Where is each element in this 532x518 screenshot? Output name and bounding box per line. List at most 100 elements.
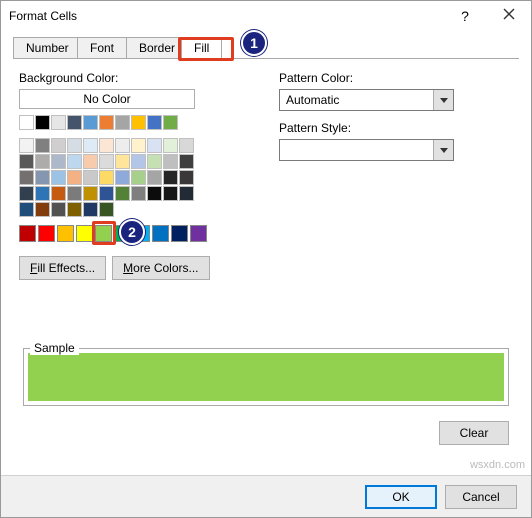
sample-fill (28, 353, 504, 401)
color-swatch[interactable] (163, 154, 178, 169)
color-swatch[interactable] (147, 170, 162, 185)
color-swatch[interactable] (19, 170, 34, 185)
tab-border[interactable]: Border (126, 37, 188, 59)
footer: OK Cancel (1, 475, 531, 517)
color-swatch[interactable] (51, 154, 66, 169)
dialog-body: Background Color: No Color 2 Fill Effect… (1, 59, 531, 280)
color-swatch[interactable] (99, 115, 114, 130)
format-cells-dialog: Format Cells ? Number Font Border Fill 1… (0, 0, 532, 518)
color-swatch[interactable] (51, 138, 66, 153)
standard-color-swatch[interactable] (76, 225, 93, 242)
color-swatch[interactable] (35, 170, 50, 185)
sample-box: Sample (23, 348, 509, 406)
more-colors-button[interactable]: More Colors... (112, 256, 209, 280)
cancel-button[interactable]: Cancel (445, 485, 517, 509)
close-icon (503, 8, 515, 20)
close-button[interactable] (487, 1, 531, 31)
color-swatch[interactable] (179, 154, 194, 169)
pattern-color-value: Automatic (280, 93, 433, 107)
color-swatch[interactable] (131, 115, 146, 130)
color-swatch[interactable] (99, 202, 114, 217)
pattern-color-combo[interactable]: Automatic (279, 89, 454, 111)
color-swatch[interactable] (35, 186, 50, 201)
color-swatch[interactable] (83, 154, 98, 169)
color-swatch[interactable] (147, 186, 162, 201)
standard-color-swatch[interactable] (133, 225, 150, 242)
color-swatch[interactable] (67, 138, 82, 153)
fill-effects-button[interactable]: Fill Effects... (19, 256, 106, 280)
color-swatch[interactable] (35, 115, 50, 130)
standard-color-swatch[interactable] (152, 225, 169, 242)
color-swatch[interactable] (83, 138, 98, 153)
clear-button[interactable]: Clear (439, 421, 509, 445)
color-swatch[interactable] (163, 138, 178, 153)
titlebar: Format Cells ? (1, 1, 531, 31)
color-swatch[interactable] (147, 154, 162, 169)
color-swatch[interactable] (83, 115, 98, 130)
standard-color-swatch[interactable] (114, 225, 131, 242)
color-swatch[interactable] (35, 138, 50, 153)
color-swatch[interactable] (99, 154, 114, 169)
pattern-style-combo[interactable] (279, 139, 454, 161)
color-swatch[interactable] (147, 138, 162, 153)
standard-color-swatch[interactable] (57, 225, 74, 242)
background-color-label: Background Color: (19, 71, 239, 85)
tab-fill[interactable]: Fill (181, 37, 222, 59)
color-swatch[interactable] (19, 138, 34, 153)
clear-row: Clear (439, 421, 509, 445)
color-swatch[interactable] (19, 154, 34, 169)
tab-number[interactable]: Number (13, 37, 82, 59)
color-swatch[interactable] (99, 186, 114, 201)
color-swatch[interactable] (19, 186, 34, 201)
color-swatch[interactable] (99, 138, 114, 153)
color-swatch[interactable] (83, 170, 98, 185)
standard-color-swatch[interactable] (95, 225, 112, 242)
color-swatch[interactable] (35, 154, 50, 169)
effects-row: Fill Effects... More Colors... (19, 256, 239, 280)
left-pane: Background Color: No Color 2 Fill Effect… (19, 71, 239, 280)
color-swatch[interactable] (35, 202, 50, 217)
color-swatch[interactable] (51, 115, 66, 130)
no-color-button[interactable]: No Color (19, 89, 195, 109)
pattern-style-label: Pattern Style: (279, 121, 513, 135)
color-swatch[interactable] (179, 186, 194, 201)
color-swatch[interactable] (163, 115, 178, 130)
standard-color-swatch[interactable] (190, 225, 207, 242)
color-swatch[interactable] (115, 170, 130, 185)
color-swatch[interactable] (163, 170, 178, 185)
color-swatch[interactable] (131, 186, 146, 201)
chevron-down-icon (433, 90, 453, 110)
color-swatch[interactable] (99, 170, 114, 185)
help-button[interactable]: ? (443, 1, 487, 31)
color-swatch[interactable] (67, 170, 82, 185)
color-swatch[interactable] (51, 170, 66, 185)
chevron-down-icon (433, 140, 453, 160)
color-swatch[interactable] (67, 115, 82, 130)
tab-font[interactable]: Font (77, 37, 127, 59)
color-swatch[interactable] (19, 202, 34, 217)
color-swatch[interactable] (179, 138, 194, 153)
color-swatch[interactable] (67, 202, 82, 217)
color-swatch[interactable] (51, 186, 66, 201)
standard-color-swatch[interactable] (19, 225, 36, 242)
color-swatch[interactable] (83, 186, 98, 201)
color-swatch[interactable] (83, 202, 98, 217)
color-swatch[interactable] (115, 115, 130, 130)
color-swatch[interactable] (115, 138, 130, 153)
ok-button[interactable]: OK (365, 485, 437, 509)
color-swatch[interactable] (19, 115, 34, 130)
color-swatch[interactable] (131, 170, 146, 185)
color-swatch[interactable] (163, 186, 178, 201)
standard-color-swatch[interactable] (171, 225, 188, 242)
color-swatch[interactable] (147, 115, 162, 130)
color-swatch[interactable] (67, 186, 82, 201)
color-swatch[interactable] (131, 154, 146, 169)
color-swatch[interactable] (131, 138, 146, 153)
color-swatch[interactable] (51, 202, 66, 217)
color-swatch[interactable] (67, 154, 82, 169)
standard-color-swatch[interactable] (38, 225, 55, 242)
color-swatch[interactable] (179, 170, 194, 185)
color-swatch[interactable] (115, 154, 130, 169)
color-swatch[interactable] (115, 186, 130, 201)
standard-colors-row: 2 (19, 225, 239, 242)
